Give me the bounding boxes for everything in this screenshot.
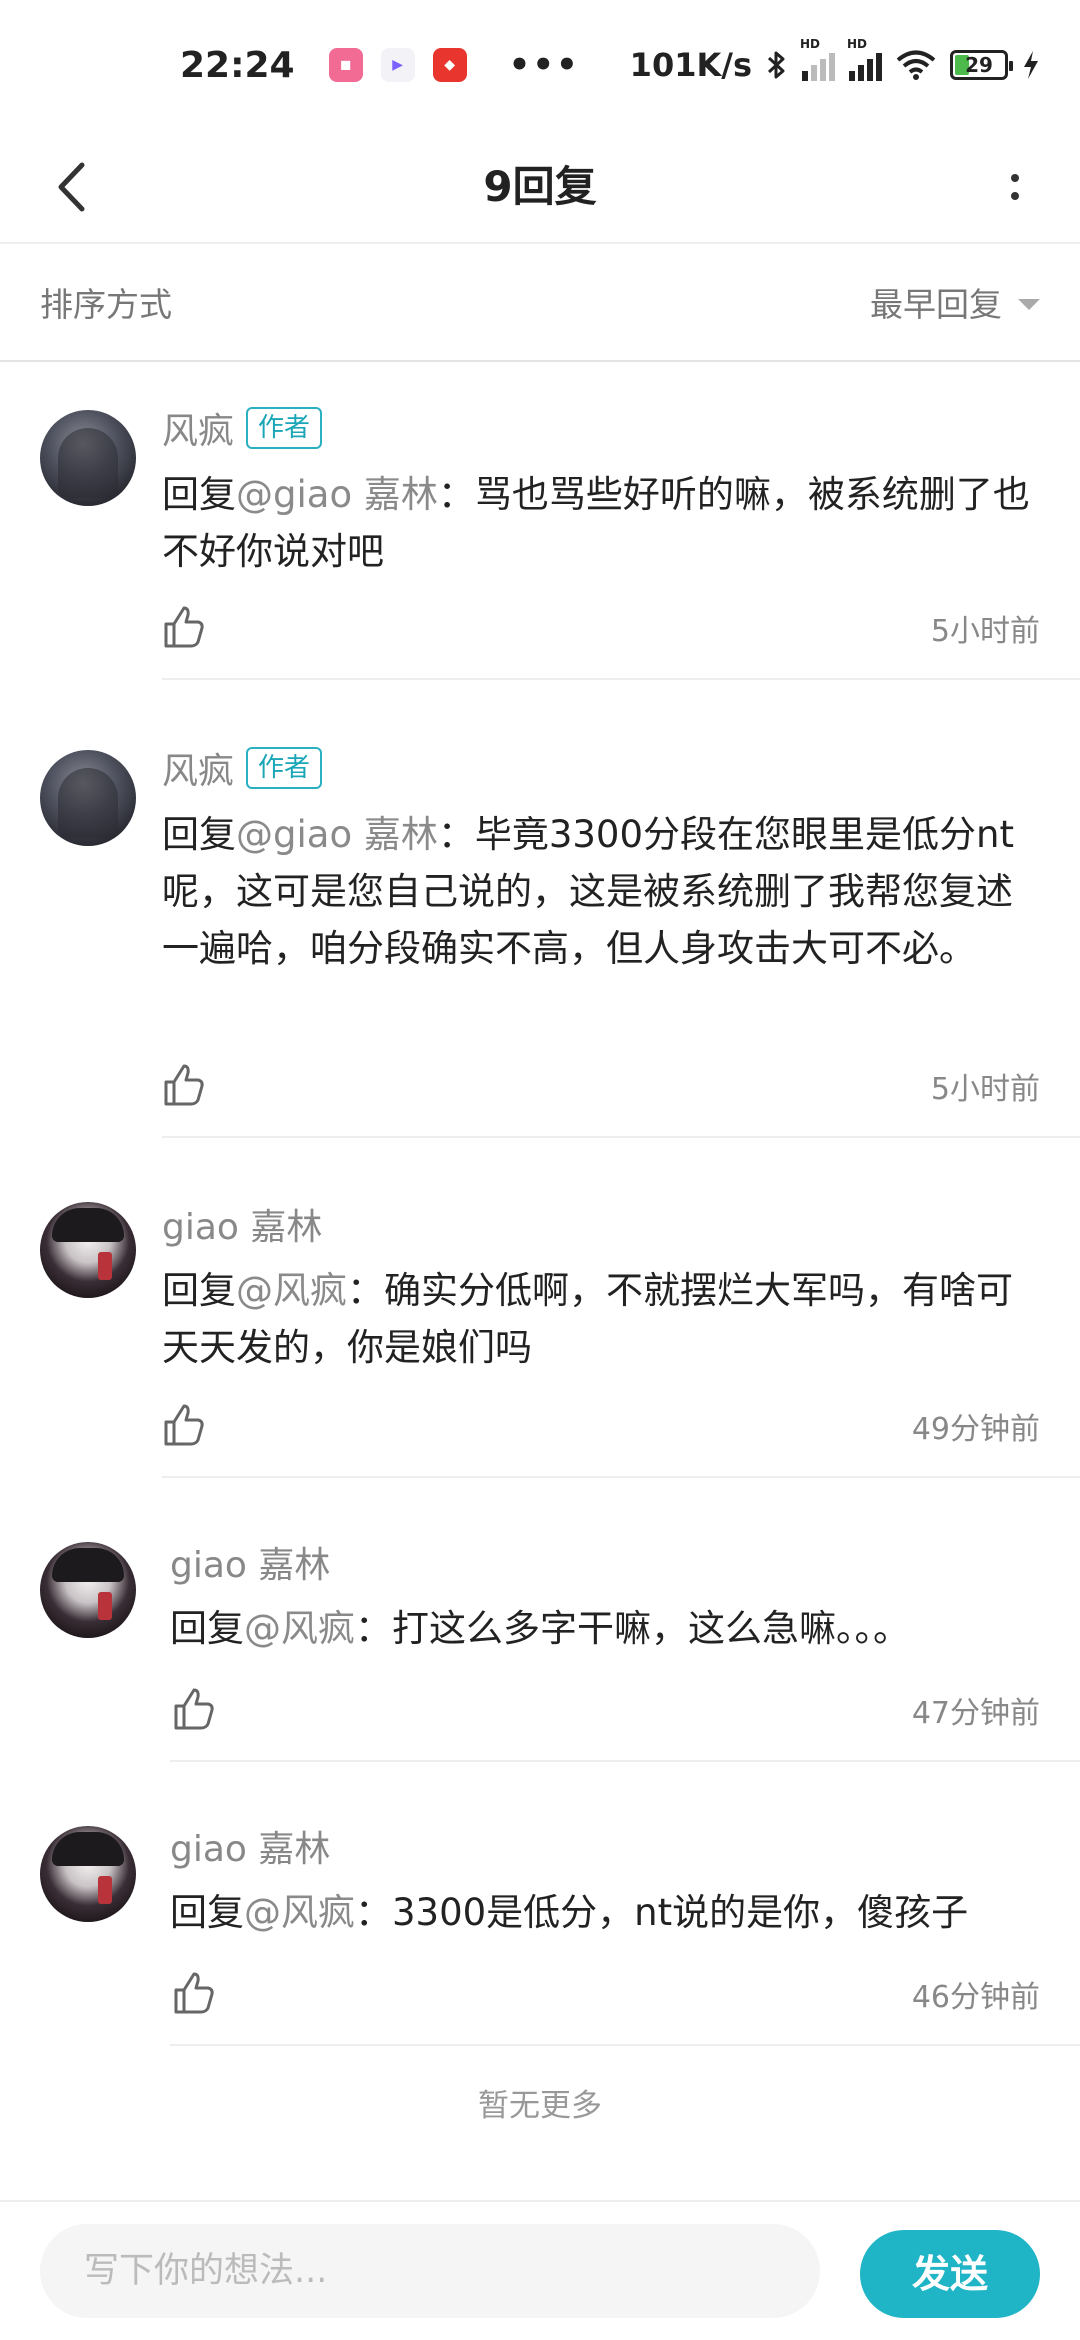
- comment-item: giao 嘉林 回复@风疯：打这么多字干嘛，这么急嘛。。。 47分钟前: [0, 1478, 1080, 1762]
- thumbs-up-icon[interactable]: [168, 1968, 218, 2018]
- author-name: giao 嘉林: [170, 1545, 331, 1586]
- comment-text[interactable]: 回复@风疯：确实分低啊，不就摆烂大军吗，有啥可天天发的，你是娘们吗: [162, 1262, 1042, 1376]
- comment-item: 风疯 作者 回复@giao 嘉林：毕竟3300分段在您眼里是低分nt呢，这可是您…: [0, 682, 1080, 1138]
- reply-prefix: 回复: [162, 813, 236, 856]
- chevron-left-icon: [58, 162, 85, 212]
- avatar[interactable]: [40, 1202, 136, 1298]
- caret-down-icon: [1018, 298, 1040, 310]
- comment-author[interactable]: giao 嘉林: [170, 1820, 330, 1872]
- more-dot-icon: [1011, 174, 1019, 182]
- avatar[interactable]: [40, 410, 136, 506]
- author-name: 风疯: [162, 411, 235, 452]
- comment-text[interactable]: 回复@giao 嘉林：毕竟3300分段在您眼里是低分nt呢，这可是您自己说的，这…: [162, 806, 1042, 977]
- reply-input-bar: 发送: [0, 2200, 1080, 2340]
- comment-divider: [170, 2044, 1080, 2046]
- battery-level: 29: [965, 53, 993, 77]
- thumbs-up-icon[interactable]: [158, 1400, 208, 1450]
- charging-icon: [1024, 51, 1038, 79]
- reply-prefix: 回复: [170, 1891, 244, 1934]
- bilibili-app-icon: ◼: [328, 48, 363, 82]
- avatar[interactable]: [40, 1826, 136, 1922]
- page-title: 9回复: [483, 162, 597, 211]
- comment-text[interactable]: 回复@giao 嘉林：骂也骂些好听的嘛，被系统删了也不好你说对吧: [162, 466, 1042, 580]
- avatar[interactable]: [40, 1542, 136, 1638]
- sort-value: 最早回复: [870, 285, 1002, 324]
- comment-time: 49分钟前: [911, 1412, 1040, 1447]
- mention-link[interactable]: @giao 嘉林: [236, 813, 438, 856]
- mention-link[interactable]: @风疯: [236, 1269, 347, 1312]
- comment-author[interactable]: giao 嘉林: [162, 1198, 322, 1250]
- comment-author[interactable]: giao 嘉林: [170, 1536, 330, 1588]
- sort-bar: 排序方式 最早回复: [0, 244, 1080, 362]
- author-name: 风疯: [162, 751, 235, 792]
- mention-link[interactable]: @风疯: [244, 1891, 355, 1934]
- send-button[interactable]: 发送: [860, 2230, 1040, 2318]
- thumbs-up-icon[interactable]: [158, 602, 208, 652]
- no-more-label: 暂无更多: [478, 2088, 602, 2124]
- reply-prefix: 回复: [170, 1607, 244, 1650]
- comment-body: ：3300是低分，nt说的是你，傻孩子: [355, 1891, 969, 1934]
- network-speed: 101K/s: [629, 46, 752, 84]
- comment-time: 46分钟前: [911, 1980, 1040, 2015]
- status-right: 101K/s HD HD 29: [629, 37, 1040, 84]
- signal-2-icon: HD: [847, 37, 882, 81]
- comment-author[interactable]: 风疯 作者: [162, 742, 323, 794]
- signal-1-icon: HD: [800, 37, 835, 81]
- status-bar: 22:24 ◼ ▶ ◆ ••• 101K/s HD HD 29: [0, 0, 1080, 130]
- comment-time: 47分钟前: [911, 1696, 1040, 1731]
- mention-link[interactable]: @风疯: [244, 1607, 355, 1650]
- more-dot-icon: [1011, 192, 1019, 200]
- comment-item: 风疯 作者 回复@giao 嘉林：骂也骂些好听的嘛，被系统删了也不好你说对吧 5…: [0, 362, 1080, 682]
- author-tag-badge: 作者: [246, 747, 323, 789]
- comment-time: 5小时前: [930, 1072, 1040, 1107]
- bluetooth-icon: [767, 51, 785, 79]
- comment-author[interactable]: 风疯 作者: [162, 402, 323, 454]
- more-options-button[interactable]: [980, 152, 1050, 222]
- comment-item: giao 嘉林 回复@风疯：3300是低分，nt说的是你，傻孩子 46分钟前: [0, 1762, 1080, 2046]
- author-tag-badge: 作者: [246, 407, 323, 449]
- top-nav: 9回复: [0, 130, 1080, 244]
- comment-body: ：打这么多字干嘛，这么急嘛。。。: [355, 1607, 910, 1650]
- comment-divider: [162, 678, 1080, 680]
- status-time: 22:24: [180, 44, 295, 86]
- thumbs-up-icon[interactable]: [158, 1060, 208, 1110]
- reply-prefix: 回复: [162, 1269, 236, 1312]
- back-button[interactable]: [36, 152, 106, 222]
- author-name: giao 嘉林: [162, 1207, 323, 1248]
- comment-item: giao 嘉林 回复@风疯：确实分低啊，不就摆烂大军吗，有啥可天天发的，你是娘们…: [0, 1138, 1080, 1478]
- reply-input[interactable]: [40, 2224, 820, 2318]
- thumbs-up-icon[interactable]: [168, 1684, 218, 1734]
- sort-label: 排序方式: [40, 285, 172, 324]
- reply-prefix: 回复: [162, 473, 236, 516]
- mention-link[interactable]: @giao 嘉林: [236, 473, 438, 516]
- hd-label: HD: [847, 37, 868, 51]
- red-app-icon: ◆: [432, 48, 467, 82]
- more-notifications-icon: •••: [508, 45, 580, 85]
- hd-label: HD: [800, 37, 821, 51]
- wifi-icon: [896, 50, 936, 80]
- comment-time: 5小时前: [930, 614, 1040, 649]
- sort-dropdown[interactable]: 最早回复: [870, 278, 1040, 326]
- author-name: giao 嘉林: [170, 1829, 331, 1870]
- reply-page: 22:24 ◼ ▶ ◆ ••• 101K/s HD HD 29 9回复 排序方式…: [0, 0, 1080, 2340]
- comment-text[interactable]: 回复@风疯：打这么多字干嘛，这么急嘛。。。: [170, 1600, 1040, 1657]
- avatar[interactable]: [40, 750, 136, 846]
- comment-text[interactable]: 回复@风疯：3300是低分，nt说的是你，傻孩子: [170, 1884, 1040, 1941]
- battery-icon: 29: [950, 50, 1013, 80]
- play-app-icon: ▶: [380, 48, 415, 82]
